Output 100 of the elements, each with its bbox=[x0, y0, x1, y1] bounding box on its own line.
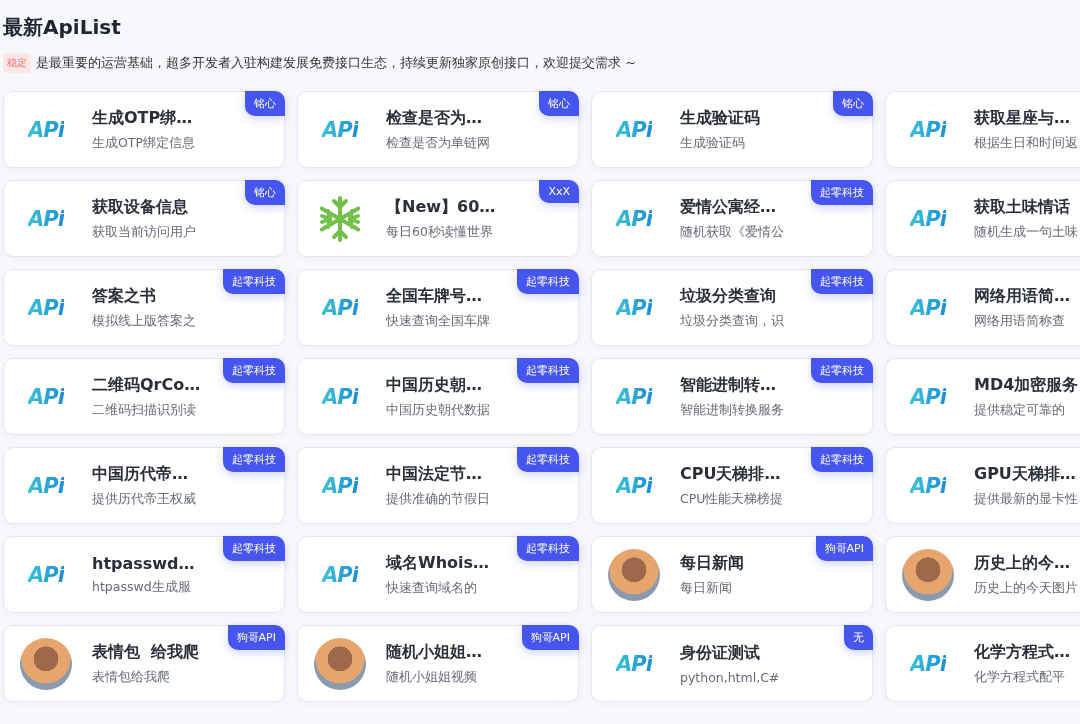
api-description: 提供稳定可靠的 bbox=[974, 401, 1066, 419]
api-card[interactable]: APi MD4加密服务 提供稳定可靠的 bbox=[885, 358, 1080, 435]
api-card[interactable]: APi 爱情公寓经… 随机获取《爱情公 起零科技 bbox=[591, 180, 873, 257]
api-card[interactable]: APi 网络用语简… 网络用语简称查 bbox=[885, 269, 1080, 346]
provider-tag: 起零科技 bbox=[223, 269, 285, 294]
api-title: 身份证测试 bbox=[680, 642, 761, 664]
api-title: MD4加密服务 bbox=[974, 374, 1079, 396]
api-title: 域名Whois… bbox=[386, 552, 490, 574]
api-card[interactable]: APi 检查是否为… 检查是否为单链网 铭心 bbox=[297, 91, 579, 168]
provider-tag: 起零科技 bbox=[223, 358, 285, 383]
provider-tag: 起零科技 bbox=[811, 447, 873, 472]
api-description: 随机生成一句土味 bbox=[974, 223, 1078, 241]
api-description: CPU性能天梯榜提 bbox=[680, 490, 784, 508]
api-description: 随机小姐姐视频 bbox=[386, 668, 478, 686]
api-description: 每日60秒读懂世界 bbox=[386, 223, 494, 241]
notice-text: 是最重要的运营基础，超多开发者入驻构建发展免费接口生态，持续更新独家原创接口，欢迎提交需求 ~ bbox=[36, 54, 637, 72]
provider-tag: 狗哥API bbox=[521, 625, 579, 650]
api-description: htpasswd生成服 bbox=[92, 578, 192, 596]
api-description: 快速查询全国车牌 bbox=[386, 312, 490, 330]
page-title: 最新ApiList bbox=[3, 14, 122, 41]
api-description: 生成OTP绑定信息 bbox=[92, 134, 195, 152]
api-title: 中国历代帝… bbox=[92, 463, 189, 485]
provider-tag: 起零科技 bbox=[811, 358, 873, 383]
status-tag: 稳定 bbox=[3, 53, 31, 73]
api-title: 检查是否为… bbox=[386, 107, 483, 129]
api-card[interactable]: APi 答案之书 模拟线上版答案之 起零科技 bbox=[3, 269, 285, 346]
api-title: 生成OTP绑… bbox=[92, 107, 194, 129]
api-card[interactable]: 随机小姐姐… 随机小姐姐视频 狗哥API bbox=[297, 625, 579, 702]
api-card[interactable]: APi htpasswd… htpasswd生成服 起零科技 bbox=[3, 536, 285, 613]
api-title: 获取星座与… bbox=[974, 107, 1071, 129]
api-card[interactable]: APi 全国车牌号… 快速查询全国车牌 起零科技 bbox=[297, 269, 579, 346]
api-title: 化学方程式… bbox=[974, 641, 1070, 663]
api-description: 提供最新的显卡性 bbox=[974, 490, 1078, 508]
api-card[interactable]: APi 中国历史朝… 中国历史朝代数据 起零科技 bbox=[297, 358, 579, 435]
api-card[interactable]: APi 域名Whois… 快速查询域名的 起零科技 bbox=[297, 536, 579, 613]
provider-tag: 狗哥API bbox=[227, 625, 285, 650]
provider-tag: 起零科技 bbox=[223, 447, 285, 472]
api-title: 生成验证码 bbox=[680, 107, 760, 129]
api-card[interactable]: APi 获取土味情话 随机生成一句土味 bbox=[885, 180, 1080, 257]
api-title: 中国历史朝… bbox=[386, 374, 483, 396]
provider-tag: XxX bbox=[539, 180, 579, 203]
api-description: 获取当前访问用户 bbox=[92, 223, 196, 241]
api-card[interactable]: APi 获取星座与… 根据生日和时间返 bbox=[885, 91, 1080, 168]
api-title: 全国车牌号… bbox=[386, 285, 483, 307]
api-description: 根据生日和时间返 bbox=[974, 134, 1078, 152]
provider-tag: 起零科技 bbox=[517, 358, 579, 383]
api-card[interactable]: APi 垃圾分类查询 垃圾分类查询，识 起零科技 bbox=[591, 269, 873, 346]
avatar-icon bbox=[20, 637, 72, 690]
api-card[interactable]: 表情包 给我爬 表情包给我爬 狗哥API bbox=[3, 625, 285, 702]
provider-tag: 起零科技 bbox=[811, 269, 873, 294]
api-card[interactable]: APi 身份证测试 python,html,C# 无 bbox=[591, 625, 873, 702]
api-card[interactable]: APi GPU天梯排… 提供最新的显卡性 bbox=[885, 447, 1080, 524]
api-card[interactable]: 历史上的今… 历史上的今天图片 bbox=[885, 536, 1080, 613]
api-description: 网络用语简称查 bbox=[974, 312, 1066, 330]
avatar-icon bbox=[608, 548, 660, 601]
api-title: 网络用语简… bbox=[974, 285, 1070, 307]
provider-tag: 铭心 bbox=[245, 91, 285, 116]
api-title: 表情包 给我爬 bbox=[92, 641, 200, 663]
api-title: 随机小姐姐… bbox=[386, 641, 482, 663]
api-title: 获取土味情话 bbox=[974, 196, 1071, 218]
api-description: 智能进制转换服务 bbox=[680, 401, 784, 419]
provider-tag: 起零科技 bbox=[811, 180, 873, 205]
api-card[interactable]: APi 化学方程式… 化学方程式配平 bbox=[885, 625, 1080, 702]
api-title: 智能进制转… bbox=[680, 374, 777, 396]
api-title: 获取设备信息 bbox=[92, 196, 189, 218]
api-card[interactable]: 【New】60… 每日60秒读懂世界 XxX bbox=[297, 180, 579, 257]
api-card[interactable]: APi 二维码QrCo… 二维码扫描识别读 起零科技 bbox=[3, 358, 285, 435]
api-description: 提供准确的节假日 bbox=[386, 490, 490, 508]
provider-tag: 狗哥API bbox=[815, 536, 873, 561]
provider-tag: 起零科技 bbox=[517, 536, 579, 561]
api-card[interactable]: APi CPU天梯排… CPU性能天梯榜提 起零科技 bbox=[591, 447, 873, 524]
api-card[interactable]: APi 生成OTP绑… 生成OTP绑定信息 铭心 bbox=[3, 91, 285, 168]
api-title: 历史上的今… bbox=[974, 552, 1071, 574]
api-description: 垃圾分类查询，识 bbox=[680, 312, 784, 330]
provider-tag: 铭心 bbox=[539, 91, 579, 116]
provider-tag: 起零科技 bbox=[517, 269, 579, 294]
api-title: 垃圾分类查询 bbox=[680, 285, 777, 307]
api-title: 中国法定节… bbox=[386, 463, 483, 485]
api-card[interactable]: APi 生成验证码 生成验证码 铭心 bbox=[591, 91, 873, 168]
api-card[interactable]: APi 智能进制转… 智能进制转换服务 起零科技 bbox=[591, 358, 873, 435]
api-card[interactable]: APi 中国历代帝… 提供历代帝王权威 起零科技 bbox=[3, 447, 285, 524]
api-card[interactable]: 每日新闻 每日新闻 狗哥API bbox=[591, 536, 873, 613]
provider-tag: 铭心 bbox=[833, 91, 873, 116]
api-description: 随机获取《爱情公 bbox=[680, 223, 784, 241]
api-card[interactable]: APi 获取设备信息 获取当前访问用户 铭心 bbox=[3, 180, 285, 257]
api-title: CPU天梯排… bbox=[680, 463, 782, 485]
api-description: 快速查询域名的 bbox=[386, 579, 478, 597]
api-description: 生成验证码 bbox=[680, 134, 746, 152]
api-description: 表情包给我爬 bbox=[92, 668, 171, 686]
api-description: 提供历代帝王权威 bbox=[92, 490, 196, 508]
api-card[interactable]: APi 中国法定节… 提供准确的节假日 起零科技 bbox=[297, 447, 579, 524]
api-description: 化学方程式配平 bbox=[974, 668, 1066, 686]
api-description: 中国历史朝代数据 bbox=[386, 401, 490, 419]
provider-tag: 铭心 bbox=[245, 180, 285, 205]
api-description: 二维码扫描识别读 bbox=[92, 401, 197, 419]
api-description: 每日新闻 bbox=[680, 579, 733, 597]
provider-tag: 起零科技 bbox=[517, 447, 579, 472]
api-title: htpasswd… bbox=[92, 553, 195, 573]
api-description: 检查是否为单链网 bbox=[386, 134, 490, 152]
provider-tag: 无 bbox=[844, 625, 873, 650]
